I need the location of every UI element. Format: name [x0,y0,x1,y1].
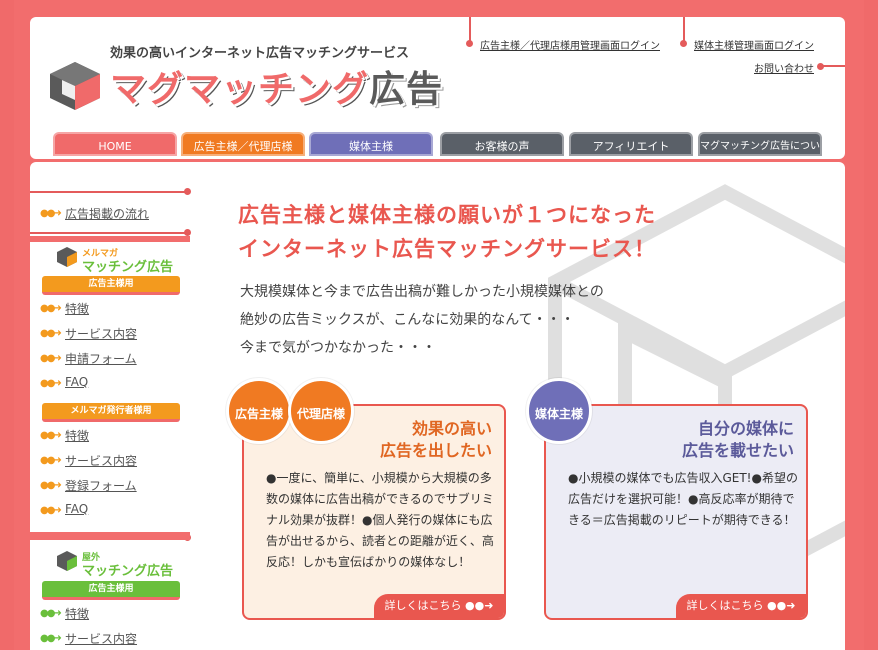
arrow-icon: ●●➜ [40,455,62,466]
logo-main-text: マグマッチング [110,69,370,110]
logo-mark-icon [50,62,100,110]
arrow-icon: ●●➜ [40,208,62,219]
outdoor-adv-label: 広告主様用 [42,581,180,600]
mag-adv-item[interactable]: 申請フォーム [65,350,137,367]
content-area: ●●➜ 広告掲載の流れ メルマガ マッチング広告 広告主様用 ●●➜ 特徴 ●●… [30,162,845,650]
advertiser-card-body: ●一度に、簡単に、小規模から大規模の多数の媒体に広告出稿ができるのでサブリミナル… [266,471,494,569]
lead-text: 大規模媒体と今まで広告出稿が難しかった小規模媒体との 絶妙の広告ミックスが、こん… [240,278,604,362]
mag-pub-item[interactable]: 登録フォーム [65,477,137,494]
media-title-line-2: 広告を載せたい [681,441,794,460]
nav-affiliate[interactable]: アフィリエイト [569,132,693,156]
link-dot [680,40,687,47]
arrow-icon: ●●➜ [40,328,62,339]
mag-pub-label: メルマガ発行者様用 [42,403,180,422]
outdoor-logo-main-text: マッチング広告 [82,564,174,579]
advertiser-title-line-1: 効果の高い [411,419,492,438]
lead-line-3: 今まで気がつかなかった・・・ [240,340,436,356]
nav-voice[interactable]: お客様の声 [440,132,564,156]
arrow-icon: ●●➜ [465,599,494,612]
outdoor-logo-icon [57,551,77,571]
outdoor-logo-main: マッチング広告 [82,560,173,579]
nav-advertiser[interactable]: 広告主様／代理店様 [181,132,305,156]
mag-adv-item[interactable]: サービス内容 [65,325,137,342]
nav-about[interactable]: マグマッチング広告について [698,132,822,178]
outdoor-adv-item[interactable]: 特徴 [65,605,89,622]
nav-media[interactable]: 媒体主様 [309,132,433,156]
arrow-icon: ●●➜ [767,599,796,612]
lead-line-1: 大規模媒体と今まで広告出稿が難しかった小規模媒体との [240,284,604,300]
sidebar-divider [30,236,190,242]
advertiser-badge: 広告主様 [226,378,292,444]
sidebar-line [30,191,185,193]
advertiser-card-title: 効果の高い 広告を出したい [380,418,492,462]
arrow-icon: ●●➜ [40,303,62,314]
sidebar-line [30,232,185,234]
advertiser-title-line-2: 広告を出したい [379,441,492,460]
lead-line-2: 絶妙の広告ミックスが、こんなに効果的なんて・・・ [240,312,575,328]
mag-pub-item[interactable]: サービス内容 [65,452,137,469]
mag-pub-item[interactable]: 特徴 [65,427,89,444]
media-card: 自分の媒体に 広告を載せたい ●小規模の媒体でも広告収入GET!●希望の広告だけ… [544,404,808,620]
media-badge: 媒体主様 [526,378,592,444]
media-detail-label: 詳しくはこちら [686,599,764,612]
arrow-icon: ●●➜ [40,608,62,619]
outdoor-adv-item[interactable]: サービス内容 [65,630,137,647]
main-headline: 広告主様と媒体主様の願いが１つになった インターネット広告マッチングサービス！ [238,198,656,266]
mag-logo-main: マッチング広告 [82,256,173,275]
headline-line-1: 広告主様と媒体主様の願いが１つになった [238,203,656,227]
advertiser-detail-label: 詳しくはこちら [384,599,462,612]
arrow-icon: ●●➜ [40,353,62,364]
mag-pub-item[interactable]: FAQ [65,502,88,516]
arrow-icon: ●●➜ [40,633,62,644]
media-card-body: ●小規模の媒体でも広告収入GET!●希望の広告だけを選択可能！●高反応率が期待で… [568,471,798,527]
arrow-icon: ●●➜ [40,505,62,516]
arrow-icon: ●●➜ [40,430,62,441]
contact-link[interactable]: お問い合わせ [754,60,814,75]
agency-badge: 代理店様 [288,378,354,444]
sidebar-dot [184,188,191,195]
site-tagline: 効果の高いインターネット広告マッチングサービス [110,46,410,61]
mag-adv-item[interactable]: 特徴 [65,300,89,317]
sidebar-flow-link[interactable]: 広告掲載の流れ [65,205,149,222]
sidebar-dot [184,229,191,236]
advertiser-detail-button[interactable]: 詳しくはこちら ●●➜ [374,594,504,618]
sidebar-divider [30,532,190,540]
nav-home[interactable]: HOME [53,132,177,156]
mag-adv-item[interactable]: FAQ [65,375,88,389]
logo-suffix-text: 広告 [369,69,444,110]
mag-adv-label: 広告主様用 [42,276,180,295]
mag-logo-icon [57,247,77,267]
link-connector [822,65,845,67]
media-card-title: 自分の媒体に 広告を載せたい [682,418,794,462]
headline-line-2: インターネット広告マッチングサービス！ [238,237,656,261]
site-logo[interactable]: マグマッチング広告 [110,60,443,112]
main-content: 広告主様と媒体主様の願いが１つになった インターネット広告マッチングサービス！ … [220,162,845,650]
mag-logo-main-text: マッチング広告 [82,260,174,275]
advertiser-card: 効果の高い 広告を出したい ●一度に、簡単に、小規模から大規模の多数の媒体に広告… [242,404,506,620]
media-title-line-1: 自分の媒体に [697,419,794,438]
arrow-icon: ●●➜ [40,480,62,491]
arrow-icon: ●●➜ [40,378,62,389]
advertiser-login-link[interactable]: 広告主様／代理店様用管理画面ログイン [480,37,660,52]
media-detail-button[interactable]: 詳しくはこちら ●●➜ [676,594,806,618]
media-login-link[interactable]: 媒体主様管理画面ログイン [694,37,814,52]
link-dot [466,40,473,47]
